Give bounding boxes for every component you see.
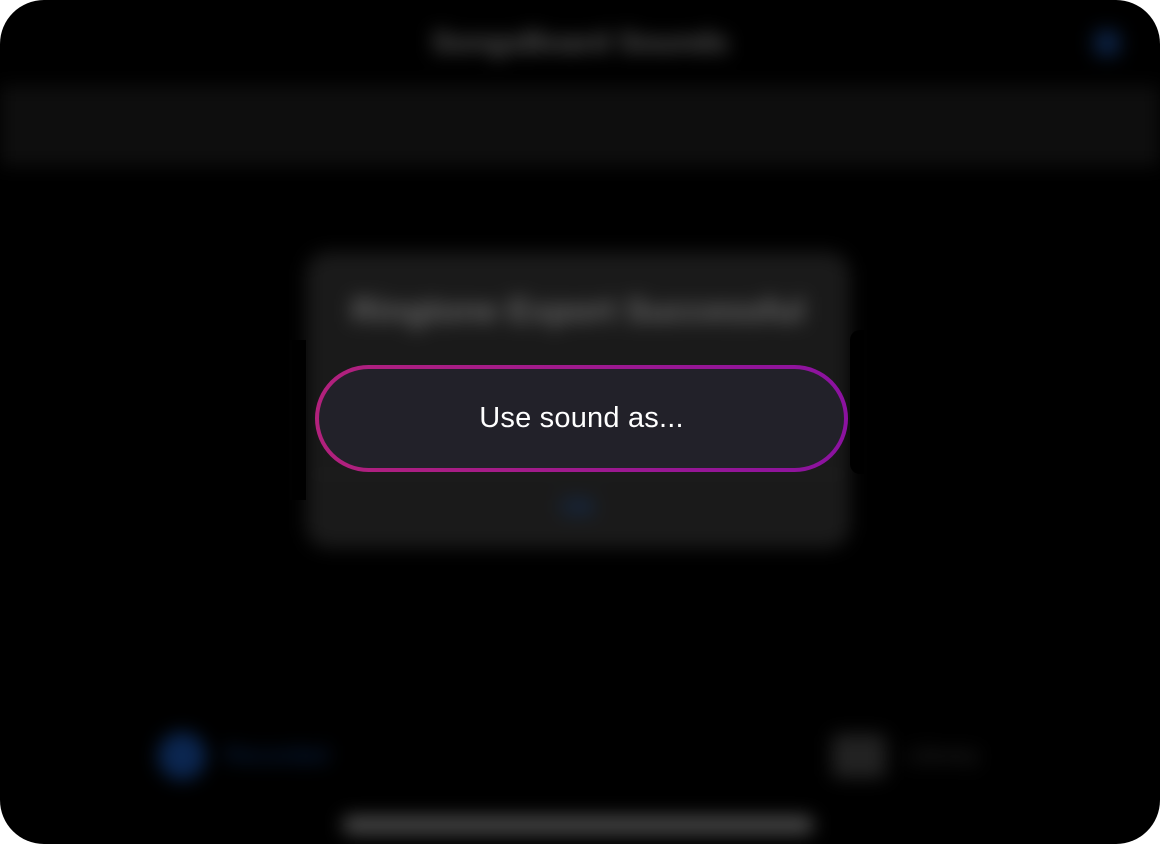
use-sound-as-label: Use sound as... [479, 402, 684, 434]
nav-action-icon [1094, 30, 1120, 56]
recorded-tab-label: Recorded [224, 742, 329, 769]
background-alert-divider [306, 474, 850, 475]
home-indicator [342, 816, 814, 834]
background-alert-ok-button: OK [560, 494, 596, 521]
right-edge-bar [850, 330, 864, 474]
nav-title: SongsBoard Sounds [431, 26, 729, 59]
recorded-tab-icon [158, 732, 206, 780]
background-alert-title: Ringtone Export Successful [351, 292, 805, 330]
library-tab-icon [832, 734, 886, 778]
left-edge-bar [292, 340, 306, 500]
use-sound-as-button[interactable]: Use sound as... [315, 365, 848, 472]
device-screen: SongsBoard Sounds Ringtone Export Succes… [0, 0, 1160, 844]
library-tab-label: Library [906, 742, 980, 769]
header-band [0, 86, 1160, 166]
